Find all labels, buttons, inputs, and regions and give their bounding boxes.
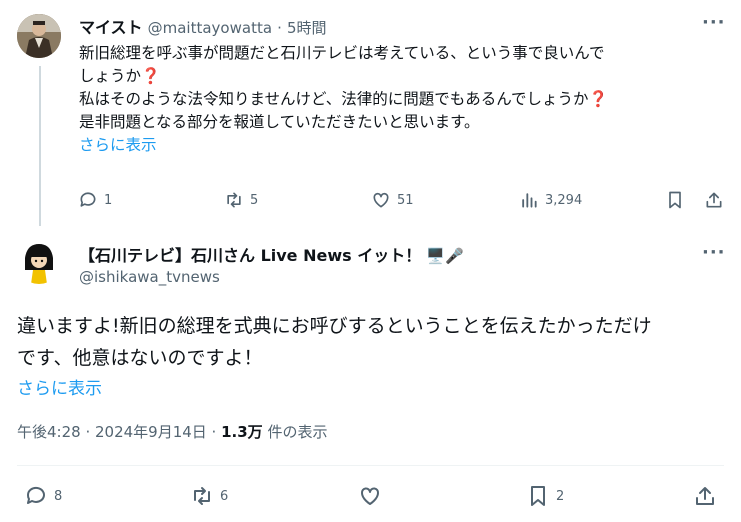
- reply-icon: [26, 486, 45, 504]
- views-icon: [522, 193, 537, 208]
- reply-share-button[interactable]: [704, 190, 724, 210]
- main-share-button[interactable]: [693, 484, 717, 508]
- reply-text-line: 是非問題となる部分を報道していただきたいと思います。: [79, 113, 480, 131]
- reply-views-button[interactable]: 3,294: [519, 190, 582, 210]
- main-author-handle[interactable]: @ishikawa_tvnews: [79, 268, 220, 286]
- reply-icon: [80, 192, 96, 207]
- divider: [17, 465, 724, 466]
- tweet-timestamp[interactable]: 午後4:28 · 2024年9月14日 ·: [17, 423, 221, 441]
- main-show-more-link[interactable]: さらに表示: [17, 374, 102, 399]
- like-count: 51: [397, 192, 414, 208]
- main-bookmark-button[interactable]: 2: [526, 484, 564, 508]
- thread-connector-line: [39, 66, 41, 226]
- repost-icon: [227, 192, 241, 208]
- like-icon: [373, 192, 389, 208]
- main-author-avatar[interactable]: [17, 240, 61, 284]
- repost-count: 5: [250, 192, 259, 208]
- view-label: 件の表示: [262, 423, 328, 441]
- repost-icon: [194, 487, 210, 505]
- reply-repost-button[interactable]: 5: [224, 190, 258, 210]
- reply-text-line: しょうか❓: [79, 67, 161, 85]
- more-icon[interactable]: ···: [702, 12, 726, 33]
- reply-tweet-text: 新旧総理を呼ぶ事が問題だと石川テレビは考えている、という事で良いんで しょうか❓…: [79, 42, 729, 157]
- share-icon: [706, 192, 722, 208]
- bookmark-count: 2: [556, 488, 565, 504]
- like-icon: [361, 487, 379, 505]
- share-icon: [696, 487, 714, 505]
- bookmark-icon: [531, 486, 545, 506]
- main-text-line: 違いますよ!新旧の総理を式典にお呼びするということを伝えたかっただけ: [17, 315, 652, 337]
- main-repost-button[interactable]: 6: [190, 484, 228, 508]
- reply-like-button[interactable]: 51: [371, 190, 414, 210]
- main-like-button[interactable]: [358, 484, 388, 508]
- main-reply-button[interactable]: 8: [24, 484, 62, 508]
- reply-text-line: 私はそのような法令知りませんけど、法律的に問題でもあるんでしょうか❓: [79, 90, 608, 108]
- meta-separator: ·: [277, 19, 282, 37]
- reply-time[interactable]: 5時間: [287, 19, 327, 37]
- views-count: 3,294: [545, 192, 583, 208]
- reply-author-handle[interactable]: @maittayowatta: [148, 19, 272, 37]
- reply-count: 1: [104, 192, 113, 208]
- reply-bookmark-button[interactable]: [665, 190, 685, 210]
- reply-count: 8: [54, 488, 63, 504]
- more-icon[interactable]: ···: [702, 242, 726, 263]
- reply-author-avatar[interactable]: [17, 14, 61, 58]
- name-emoji: 🖥️🎤: [426, 247, 464, 265]
- view-count: 1.3万: [221, 423, 263, 441]
- reply-author-name[interactable]: マイスト: [79, 18, 143, 37]
- reply-reply-button[interactable]: 1: [78, 190, 112, 210]
- main-tweet-text: 違いますよ!新旧の総理を式典にお呼びするということを伝えたかっただけ です、他意…: [17, 310, 732, 374]
- reply-show-more-link[interactable]: さらに表示: [79, 134, 729, 157]
- main-text-line: です、他意はないのですよ！: [17, 347, 263, 369]
- bookmark-icon: [669, 191, 681, 209]
- main-author-name[interactable]: 【石川テレビ】石川さん Live News イット！: [79, 246, 421, 265]
- reply-text-line: 新旧総理を呼ぶ事が問題だと石川テレビは考えている、という事で良いんで: [79, 44, 605, 62]
- repost-count: 6: [220, 488, 229, 504]
